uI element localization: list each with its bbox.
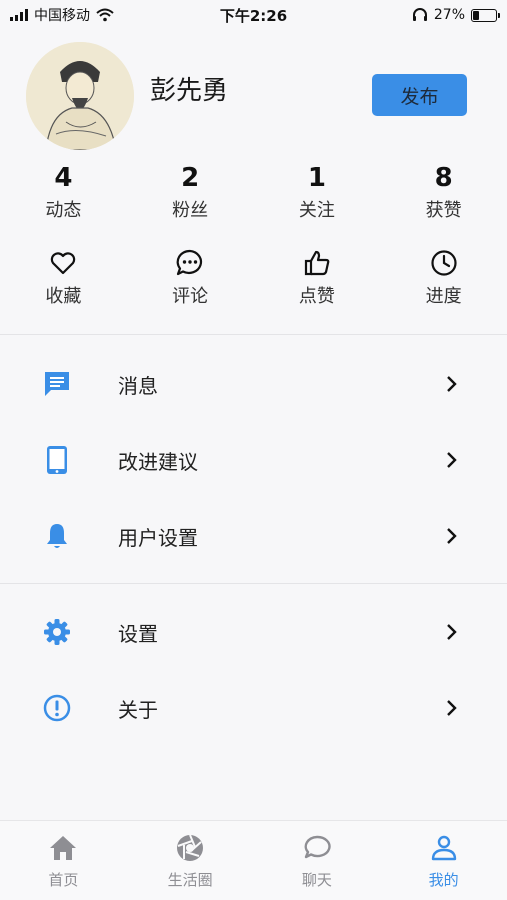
username: 彭先勇 <box>150 76 229 106</box>
tab-life-circle[interactable]: 生活圈 <box>127 821 254 900</box>
battery-percent: 27% <box>433 7 465 23</box>
clock-icon <box>431 250 457 276</box>
chevron-right-icon <box>447 624 457 640</box>
avatar[interactable] <box>26 42 134 150</box>
action-likes[interactable]: 点赞 <box>254 248 381 312</box>
info-circle-icon <box>42 693 72 723</box>
heart-icon <box>51 252 76 275</box>
action-label: 评论 <box>172 286 209 307</box>
action-label: 点赞 <box>298 286 335 307</box>
tab-label: 我的 <box>428 871 459 889</box>
stat-value: 8 <box>434 163 453 193</box>
action-comments[interactable]: 评论 <box>127 248 254 312</box>
carrier-name: 中国移动 <box>34 8 90 24</box>
menu-item-settings[interactable]: 设置 <box>0 594 507 670</box>
wifi-icon <box>96 8 114 22</box>
message-icon <box>42 369 72 399</box>
action-progress[interactable]: 进度 <box>380 248 507 312</box>
menu-item-label: 关于 <box>118 697 158 722</box>
menu-item-messages[interactable]: 消息 <box>0 346 507 422</box>
menu-item-suggestions[interactable]: 改进建议 <box>0 422 507 498</box>
bottom-tab-bar: 首页 生活圈 聊天 我的 <box>0 820 507 900</box>
stat-value: 1 <box>307 163 326 193</box>
menu-item-label: 消息 <box>118 373 158 398</box>
gear-icon <box>42 617 72 647</box>
stat-label: 动态 <box>45 200 82 221</box>
battery-icon <box>471 8 500 22</box>
stat-likes[interactable]: 8 获赞 <box>380 162 507 228</box>
action-label: 收藏 <box>45 286 82 307</box>
tab-home[interactable]: 首页 <box>0 821 127 900</box>
comment-icon <box>176 249 203 276</box>
stat-followers[interactable]: 2 粉丝 <box>127 162 254 228</box>
aperture-icon <box>177 834 204 861</box>
menu-item-label: 改进建议 <box>118 449 198 474</box>
chevron-right-icon <box>447 700 457 716</box>
tablet-icon <box>42 445 72 475</box>
person-icon <box>431 835 456 861</box>
tab-chat[interactable]: 聊天 <box>254 821 381 900</box>
stat-label: 粉丝 <box>172 200 209 221</box>
thumbs-up-icon <box>304 250 330 276</box>
bell-icon <box>42 521 72 551</box>
chevron-right-icon <box>447 376 457 392</box>
menu-item-about[interactable]: 关于 <box>0 670 507 746</box>
tab-label: 首页 <box>48 871 79 889</box>
tab-label: 生活圈 <box>167 871 213 889</box>
section-divider <box>0 334 507 335</box>
menu-item-user-settings[interactable]: 用户设置 <box>0 498 507 574</box>
stat-label: 关注 <box>298 200 335 221</box>
stats-row: 4 动态 2 粉丝 1 关注 8 获赞 <box>0 162 507 228</box>
menu-item-label: 用户设置 <box>118 525 198 550</box>
headphones-icon <box>412 8 427 21</box>
cellular-signal-icon <box>10 9 28 21</box>
menu-item-label: 设置 <box>118 621 158 646</box>
chat-bubble-icon <box>304 835 331 859</box>
tab-mine[interactable]: 我的 <box>380 821 507 900</box>
status-bar: 中国移动 下午2:26 27% <box>0 0 507 30</box>
home-icon <box>50 836 77 860</box>
action-label: 进度 <box>425 286 462 307</box>
tab-label: 聊天 <box>301 871 332 889</box>
stat-value: 4 <box>54 163 73 193</box>
chevron-right-icon <box>447 452 457 468</box>
action-favorites[interactable]: 收藏 <box>0 248 127 312</box>
battery-fill <box>473 10 479 20</box>
stat-posts[interactable]: 4 动态 <box>0 162 127 228</box>
stat-following[interactable]: 1 关注 <box>254 162 381 228</box>
quick-actions: 收藏 评论 点赞 进度 <box>0 248 507 312</box>
stat-value: 2 <box>181 163 200 193</box>
profile-header: 彭先勇 发布 <box>0 40 507 150</box>
section-divider <box>0 583 507 584</box>
avatar-portrait-icon <box>26 42 134 150</box>
stat-label: 获赞 <box>425 200 462 221</box>
chevron-right-icon <box>447 528 457 544</box>
publish-button[interactable]: 发布 <box>372 74 467 116</box>
